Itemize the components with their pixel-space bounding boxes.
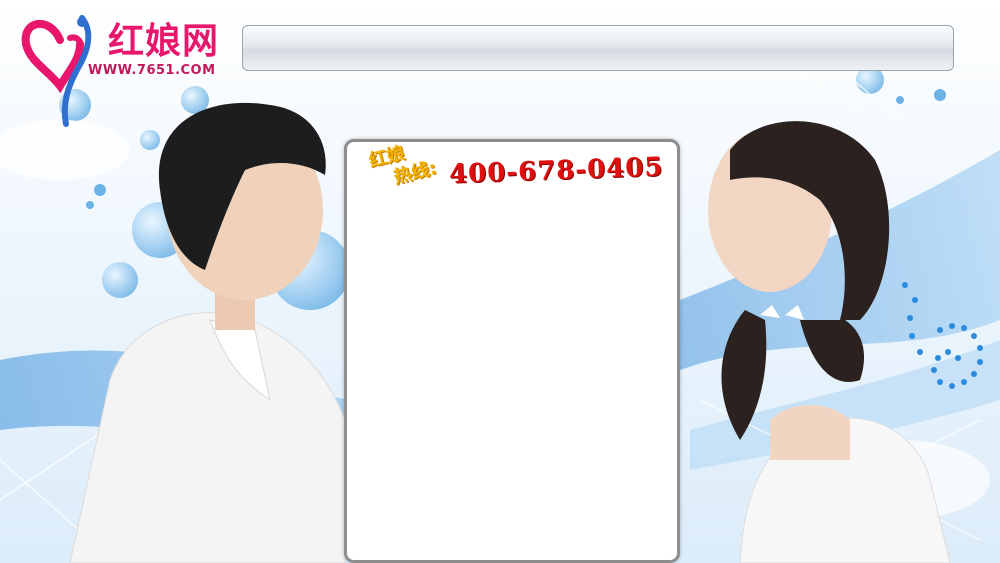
bubble — [140, 130, 160, 150]
bubble — [86, 201, 94, 209]
woman-figure — [708, 121, 951, 563]
hotline-number[interactable]: 400-678-0405 — [449, 152, 664, 189]
bubble — [94, 184, 106, 196]
logo[interactable]: 红娘网 WWW.7651.COM — [20, 8, 240, 128]
logo-url: WWW.7651.COM — [88, 63, 216, 78]
top-bar[interactable] — [242, 25, 954, 71]
content-panel: 红娘 热线: 400-678-0405 — [344, 139, 680, 563]
cloud — [0, 120, 130, 180]
bubble — [896, 96, 904, 104]
man-figure — [69, 102, 346, 563]
bubble — [934, 89, 946, 101]
hotline-label: 红娘 热线: — [365, 133, 456, 207]
bubble — [102, 262, 138, 298]
logo-name: 红娘网 — [108, 21, 220, 62]
